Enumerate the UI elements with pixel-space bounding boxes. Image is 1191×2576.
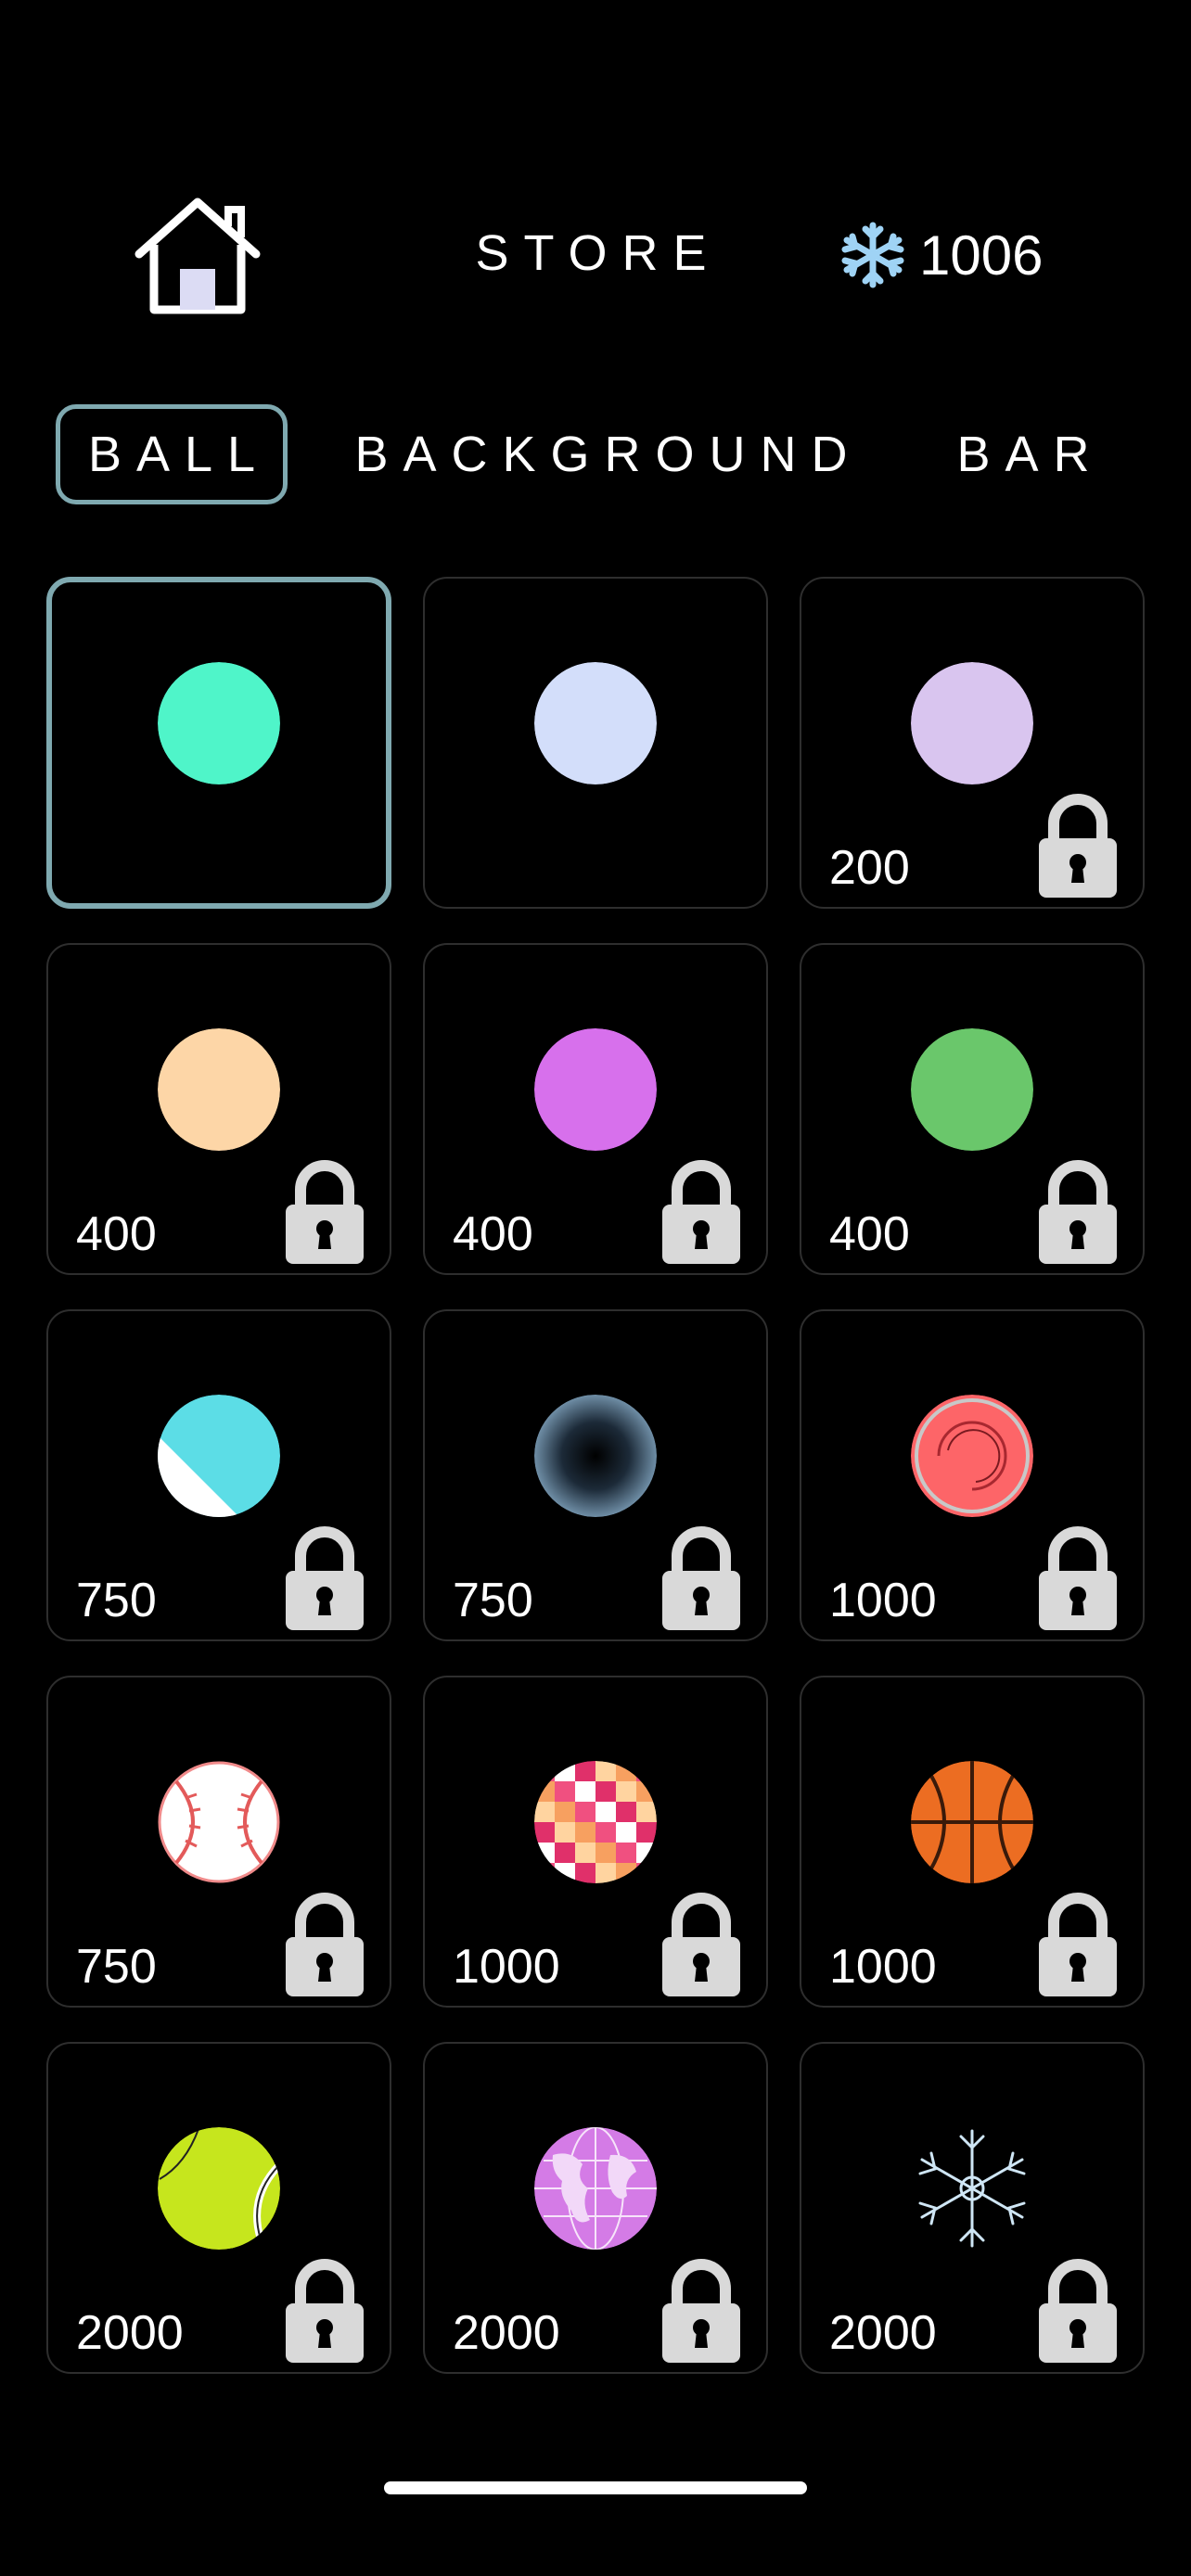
category-tabs: BALL BACKGROUND BAR [0, 404, 1191, 508]
ball-preview [158, 1394, 280, 1517]
lock-icon [659, 1524, 744, 1632]
item-price: 2000 [453, 2306, 560, 2360]
lock-icon [659, 1891, 744, 1998]
ball-item-mint[interactable] [46, 577, 391, 909]
ball-preview [534, 661, 657, 784]
currency-balance: 1006 [839, 213, 1043, 297]
lock-icon [1035, 2257, 1121, 2365]
currency-amount: 1006 [919, 223, 1044, 287]
item-price: 2000 [829, 2306, 937, 2360]
ball-preview [158, 662, 280, 785]
ball-item-disco[interactable]: 1000 [423, 1676, 768, 2008]
item-price: 1000 [453, 1940, 560, 1994]
ball-preview [534, 2126, 657, 2250]
ball-item-snowflake[interactable]: 2000 [800, 2042, 1145, 2374]
snowflake-ball-icon [911, 2127, 1033, 2250]
item-price: 200 [829, 841, 910, 895]
home-icon [134, 198, 261, 314]
ball-item-red-swirl[interactable]: 1000 [800, 1309, 1145, 1641]
page-title: STORE [475, 225, 722, 281]
ball-item-lavender[interactable]: 200 [800, 577, 1145, 909]
item-price: 400 [829, 1207, 910, 1261]
tab-background[interactable]: BACKGROUND [351, 404, 852, 504]
lock-icon [1035, 1524, 1121, 1632]
lock-icon [282, 2257, 367, 2365]
ball-item-baseball[interactable]: 750 [46, 1676, 391, 2008]
item-price: 750 [453, 1574, 533, 1627]
ball-preview [534, 1027, 657, 1151]
item-price: 400 [453, 1207, 533, 1261]
ball-preview [911, 1760, 1033, 1883]
ball-item-split[interactable]: 750 [46, 1309, 391, 1641]
ball-item-green[interactable]: 400 [800, 943, 1145, 1275]
item-price: 2000 [76, 2306, 184, 2360]
ball-preview [911, 1394, 1033, 1517]
ball-item-globe[interactable]: 2000 [423, 2042, 768, 2374]
ball-preview [911, 1027, 1033, 1151]
ball-item-periwinkle[interactable] [423, 577, 768, 909]
tab-ball[interactable]: BALL [56, 404, 288, 504]
ball-item-basketball[interactable]: 1000 [800, 1676, 1145, 2008]
lock-icon [282, 1158, 367, 1266]
lock-icon [1035, 792, 1121, 899]
ball-preview [534, 1394, 657, 1517]
ball-item-dark-gradient[interactable]: 750 [423, 1309, 768, 1641]
ball-preview [911, 661, 1033, 784]
item-grid: 200 400 400 400 750 750 1000 750 1000 1000 2000 200… [46, 577, 1145, 2374]
lock-icon [659, 2257, 744, 2365]
ball-item-magenta[interactable]: 400 [423, 943, 768, 1275]
item-price: 1000 [829, 1574, 937, 1627]
ball-preview [158, 1761, 280, 1883]
home-indicator [384, 2481, 807, 2494]
item-price: 750 [76, 1574, 157, 1627]
header: STORE 1006 [0, 185, 1191, 325]
ball-preview [158, 1027, 280, 1151]
lock-icon [1035, 1158, 1121, 1266]
ball-preview [158, 2126, 280, 2250]
ball-item-tennis[interactable]: 2000 [46, 2042, 391, 2374]
lock-icon [1035, 1891, 1121, 1998]
item-price: 1000 [829, 1940, 937, 1994]
home-button[interactable] [128, 195, 267, 315]
snowflake-icon [841, 222, 904, 288]
lock-icon [282, 1891, 367, 1998]
item-price: 400 [76, 1207, 157, 1261]
ball-preview [534, 1760, 657, 1883]
tab-bar[interactable]: BAR [944, 404, 1102, 504]
lock-icon [659, 1158, 744, 1266]
ball-item-peach[interactable]: 400 [46, 943, 391, 1275]
item-price: 750 [76, 1940, 157, 1994]
lock-icon [282, 1524, 367, 1632]
